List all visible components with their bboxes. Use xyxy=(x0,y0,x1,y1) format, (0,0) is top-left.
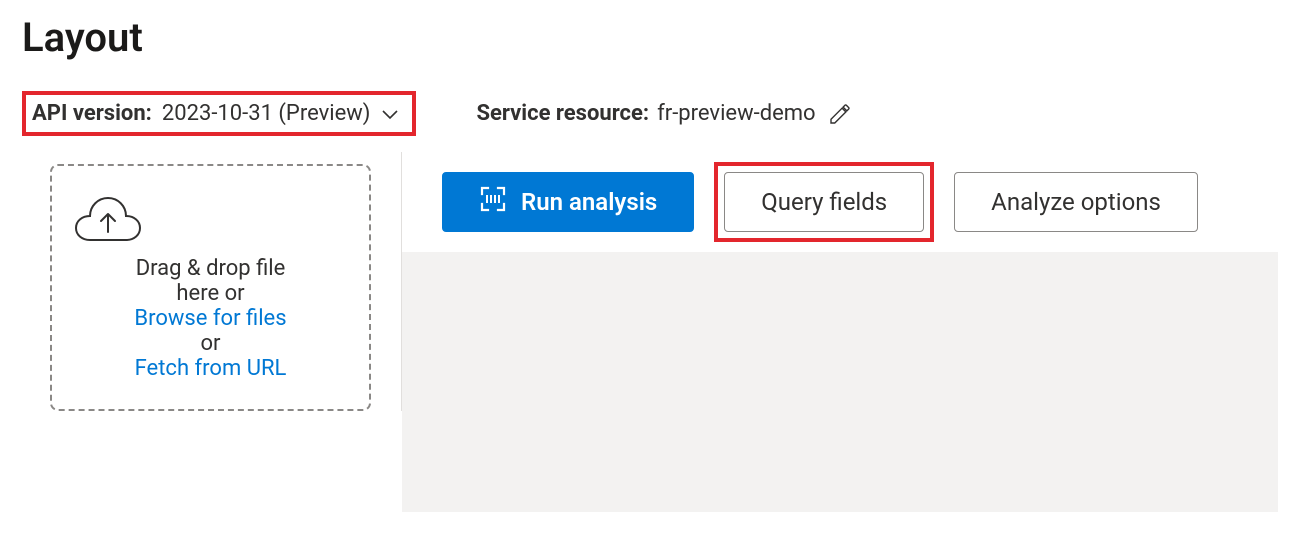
pencil-icon xyxy=(828,102,852,126)
query-fields-label: Query fields xyxy=(761,188,887,216)
fetch-url-link[interactable]: Fetch from URL xyxy=(135,356,287,381)
api-version-dropdown[interactable]: API version: 2023-10-31 (Preview) xyxy=(22,91,416,136)
analyze-options-label: Analyze options xyxy=(991,188,1161,216)
chevron-down-icon xyxy=(382,101,398,126)
edit-service-button[interactable] xyxy=(824,98,856,130)
toolbar: Run analysis Query fields Analyze option… xyxy=(402,152,1278,252)
service-resource-value: fr-preview-demo xyxy=(657,101,816,126)
analyze-options-button[interactable]: Analyze options xyxy=(954,172,1198,232)
barcode-scan-icon xyxy=(479,185,507,219)
dropzone-or: or xyxy=(72,331,349,356)
dropzone-text-1: Drag & drop file xyxy=(72,256,349,281)
run-analysis-button[interactable]: Run analysis xyxy=(442,172,694,232)
info-row: API version: 2023-10-31 (Preview) Servic… xyxy=(22,91,1278,136)
browse-files-link[interactable]: Browse for files xyxy=(134,306,286,331)
cloud-upload-icon xyxy=(72,194,349,244)
document-canvas xyxy=(402,252,1278,512)
api-version-value: 2023-10-31 (Preview) xyxy=(162,101,371,126)
file-dropzone[interactable]: Drag & drop file here or Browse for file… xyxy=(50,164,371,411)
service-resource: Service resource: fr-preview-demo xyxy=(476,98,855,130)
service-resource-label: Service resource: xyxy=(476,101,649,126)
run-analysis-label: Run analysis xyxy=(521,188,657,216)
dropzone-text-2: here or xyxy=(72,281,349,306)
api-version-label: API version: xyxy=(32,101,152,126)
page-title: Layout xyxy=(22,14,1278,61)
query-fields-highlight: Query fields xyxy=(714,162,934,242)
query-fields-button[interactable]: Query fields xyxy=(724,172,924,232)
